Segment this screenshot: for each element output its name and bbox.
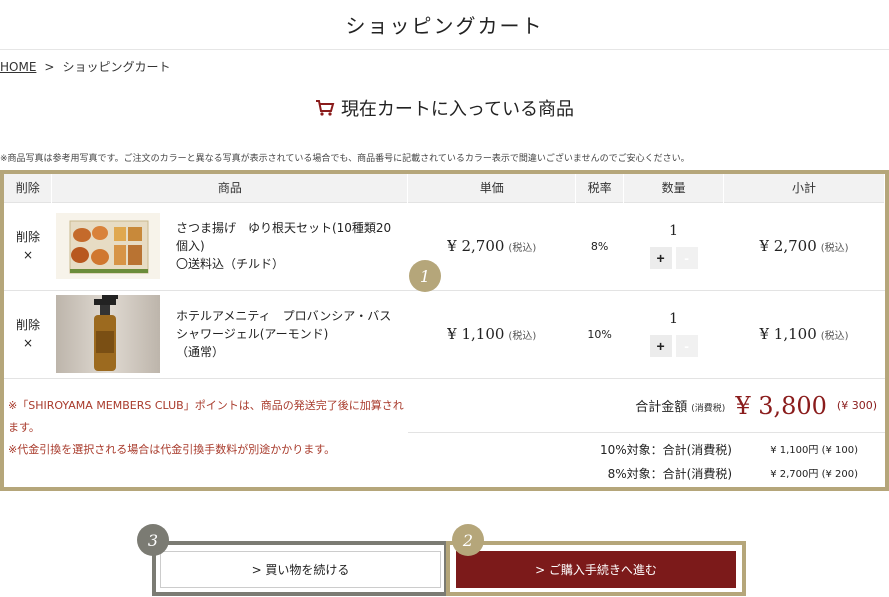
page-header: ショッピングカート <box>0 0 889 50</box>
tax-included-note: (税込) <box>508 331 537 343</box>
grand-total-row: 合計金額 (消費税) ¥ 3,800 (¥ 300) <box>408 379 885 433</box>
cart-section-title: 現在カートに入っている商品 <box>0 95 889 121</box>
breadcrumb-separator: > <box>44 59 55 74</box>
product-name-line: さつま揚げ ゆり根天セット(10種類20 <box>175 221 392 235</box>
section-title-text: 現在カートに入っている商品 <box>340 99 575 120</box>
header-subtotal: 小計 <box>723 174 885 202</box>
cart-summary: ※「SHIROYAMA MEMBERS CLUB」ポイントは、商品の発送完了後に… <box>4 378 885 491</box>
cart-table: 削除 商品 単価 税率 数量 小計 削除 × さつま揚げ ゆり根天セット(10種… <box>4 174 885 378</box>
product-shipping-note: 〇送料込（チルド） <box>175 257 284 271</box>
header-delete: 削除 <box>4 174 53 202</box>
delete-mark: × <box>22 336 33 351</box>
product-image[interactable] <box>55 295 160 374</box>
unit-price: ¥ 1,100 (税込) <box>407 289 576 378</box>
product-name[interactable]: さつま揚げ ゆり根天セット(10種類20 個入) 〇送料込（チルド） <box>176 219 391 273</box>
tax-included-note: (税込) <box>508 243 537 254</box>
header-qty: 数量 <box>623 174 725 202</box>
subtotal: ¥ 1,100 (税込) <box>723 289 885 378</box>
qty-minus-button[interactable]: - <box>675 335 698 358</box>
grand-total-label: 合計金額 (消費税) <box>635 396 725 415</box>
delete-button[interactable]: 削除 × <box>4 201 52 290</box>
delete-label: 削除 <box>15 318 40 333</box>
tax-rate: 8% <box>575 201 624 290</box>
subtotal-value: ¥ 2,700 <box>759 237 817 255</box>
annotation-badge-1: 1 <box>409 260 441 292</box>
product-name[interactable]: ホテルアメニティ プロバンシア・バス シャワージェル(アーモンド) （通常） <box>176 307 391 361</box>
tax10-summary: 10%対象：合計(消費税) ¥ 1,100円 (¥ 100) <box>592 441 858 458</box>
qty-plus-button[interactable]: + <box>649 335 672 358</box>
shower-gel-bottle-image <box>93 295 118 372</box>
grand-total-label-text: 合計金額 <box>635 400 688 415</box>
annotation-badge-3: 3 <box>137 524 169 556</box>
product-image[interactable] <box>55 213 160 279</box>
page-title: ショッピングカート <box>345 14 544 38</box>
breadcrumb-home-link[interactable]: HOME <box>0 60 36 74</box>
photo-notice: ※商品写真は参考用写真です。ご注文のカラーと異なる写真が表示されている場合でも、… <box>0 154 690 164</box>
table-header-row: 削除 商品 単価 税率 数量 小計 <box>4 174 885 202</box>
tax8-summary: 8%対象：合計(消費税) ¥ 2,700円 (¥ 200) <box>592 465 858 482</box>
item-cell: ホテルアメニティ プロバンシア・バス シャワージェル(アーモンド) （通常） <box>51 289 408 378</box>
cod-notice-text: ※代金引換を選択される場合は代金引換手数料が別途かかります。 <box>8 443 336 456</box>
checkout-button[interactable]: > ご購入手続きへ進む <box>456 551 736 588</box>
grand-total-tax: (¥ 300) <box>836 399 877 412</box>
header-price: 単価 <box>407 174 577 202</box>
item-cell: さつま揚げ ゆり根天セット(10種類20 個入) 〇送料込（チルド） <box>51 201 408 290</box>
product-name-line: ホテルアメニティ プロバンシア・バス <box>175 309 392 324</box>
tax8-label: 8%対象：合計(消費税) <box>607 467 732 481</box>
qty-minus-button[interactable]: - <box>675 247 698 269</box>
unit-price-value: ¥ 2,700 <box>447 237 505 255</box>
tax-rate: 10% <box>575 289 624 378</box>
tax-included-note: (税込) <box>820 243 849 254</box>
table-row: 削除 × ホテルアメニティ プロバンシア・バス シャワージェル(アーモンド) （… <box>4 289 885 378</box>
cart-table-frame: 削除 商品 単価 税率 数量 小計 削除 × さつま揚げ ゆり根天セット(10種… <box>0 170 889 491</box>
points-notice-text: ※「SHIROYAMA MEMBERS CLUB」ポイントは、商品の発送完了後に… <box>8 399 404 434</box>
qty-plus-button[interactable]: + <box>649 247 672 269</box>
breadcrumb: HOME > ショッピングカート <box>0 58 170 75</box>
delete-mark: × <box>22 248 33 262</box>
quantity-value: 1 <box>669 311 679 328</box>
product-name-line: 個入) <box>175 239 205 253</box>
product-variant-note: （通常） <box>175 345 224 360</box>
grand-total-amount: ¥ 3,800 <box>735 391 827 420</box>
quantity-cell: 1 + - <box>623 289 724 378</box>
quantity-value: 1 <box>669 223 679 239</box>
product-name-line: シャワージェル(アーモンド) <box>175 327 329 342</box>
breadcrumb-current: ショッピングカート <box>62 60 171 74</box>
delete-button[interactable]: 削除 × <box>4 289 52 378</box>
grand-total-tax-note: (消費税) <box>691 404 726 414</box>
header-item: 商品 <box>51 174 409 202</box>
subtotal-value: ¥ 1,100 <box>759 325 817 344</box>
continue-shopping-button[interactable]: > 買い物を続ける <box>160 551 441 588</box>
tax10-label: 10%対象：合計(消費税) <box>599 443 732 457</box>
subtotal: ¥ 2,700 (税込) <box>723 201 885 290</box>
unit-price-value: ¥ 1,100 <box>447 325 505 344</box>
delete-label: 削除 <box>15 230 40 244</box>
cart-icon <box>315 100 335 116</box>
table-row: 削除 × さつま揚げ ゆり根天セット(10種類20 個入) 〇送料込（チルド） … <box>4 201 885 290</box>
quantity-cell: 1 + - <box>623 201 724 290</box>
annotation-badge-2: 2 <box>452 524 484 556</box>
points-notice: ※「SHIROYAMA MEMBERS CLUB」ポイントは、商品の発送完了後に… <box>8 395 408 461</box>
tax-included-note: (税込) <box>820 331 849 343</box>
tax10-value: ¥ 1,100円 (¥ 100) <box>770 445 858 456</box>
header-tax: 税率 <box>575 174 625 202</box>
satsuma-age-image <box>69 220 149 274</box>
tax8-value: ¥ 2,700円 (¥ 200) <box>770 469 858 480</box>
